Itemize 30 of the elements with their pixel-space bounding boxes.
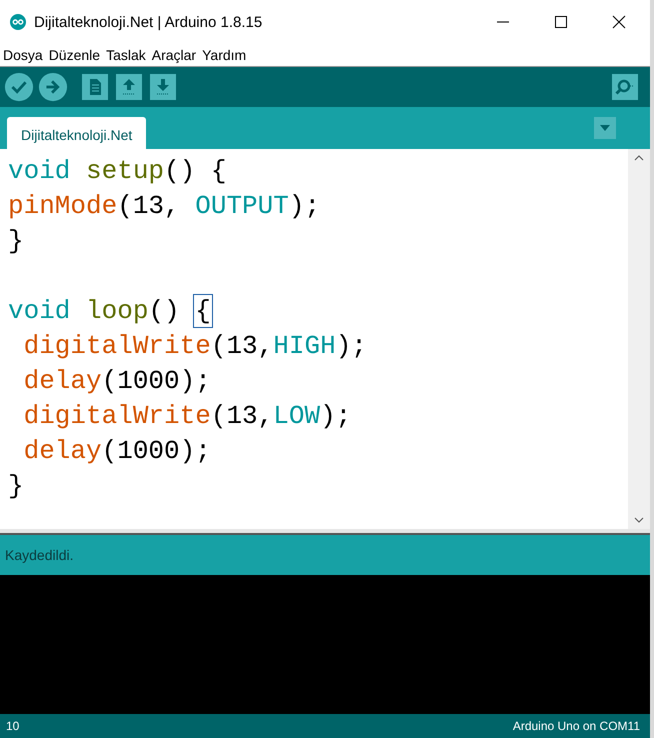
code-line: } — [8, 470, 25, 503]
close-icon[interactable] — [612, 15, 626, 29]
upload-icon[interactable] — [38, 72, 68, 102]
code-line: pinMode(13, OUTPUT); — [8, 190, 322, 223]
menu-item[interactable]: Araçlar — [152, 47, 196, 63]
status-message: Kaydedildi. — [5, 547, 74, 563]
serial-monitor-icon[interactable] — [612, 74, 638, 100]
code-line: } — [8, 225, 25, 258]
app-logo-icon — [10, 14, 26, 30]
scrollbar[interactable] — [628, 149, 650, 529]
code-line: delay(1000); — [22, 365, 212, 398]
code-line: void setup() { — [8, 155, 228, 188]
menu-item[interactable]: Düzenle — [48, 47, 100, 63]
code-line: delay(1000); — [22, 435, 212, 468]
verify-icon[interactable] — [4, 72, 34, 102]
menu-item[interactable]: Taslak — [106, 47, 146, 63]
sketch-tab[interactable]: Dijitalteknoloji.Net — [7, 117, 146, 149]
scroll-up-icon[interactable] — [634, 155, 644, 161]
board-port-label: Arduino Uno on COM11 — [512, 719, 640, 733]
new-file-icon[interactable] — [82, 74, 108, 100]
code-line: digitalWrite(13,HIGH); — [22, 330, 368, 363]
maximize-icon[interactable] — [554, 15, 568, 29]
code-line: void loop() { — [8, 295, 212, 328]
code-line: digitalWrite(13,LOW); — [22, 400, 352, 433]
dropdown-icon[interactable] — [594, 117, 616, 139]
window-title: Dijitalteknoloji.Net | Arduino 1.8.15 — [34, 14, 262, 30]
line-number: 10 — [6, 719, 20, 733]
scroll-down-icon[interactable] — [634, 517, 644, 523]
menu-item[interactable]: Yardım — [202, 47, 246, 63]
menu-item[interactable]: Dosya — [3, 47, 43, 63]
